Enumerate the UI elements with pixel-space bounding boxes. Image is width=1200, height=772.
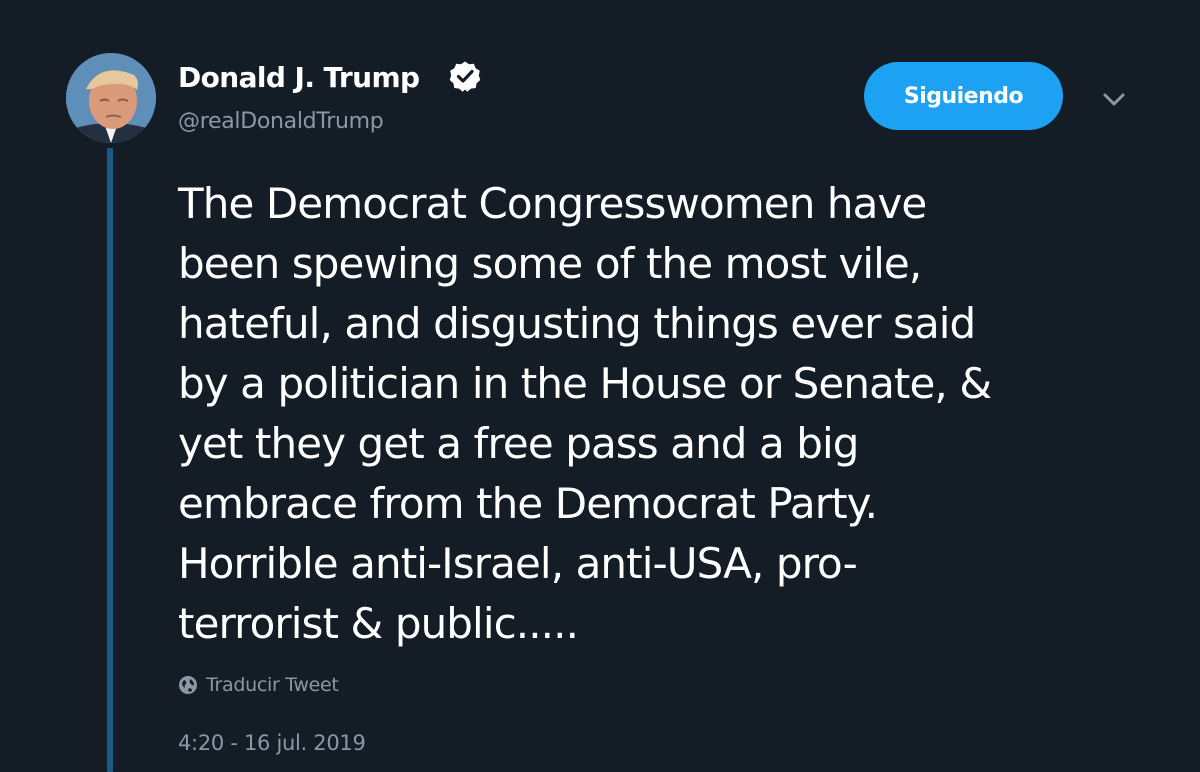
globe-icon — [179, 676, 197, 694]
following-button[interactable]: Siguiendo — [864, 62, 1063, 130]
author-handle[interactable]: @realDonaldTrump — [178, 108, 384, 136]
more-options-button[interactable] — [1098, 86, 1130, 114]
tweet-card: Donald J. Trump @realDonaldTrump Siguien… — [0, 0, 1200, 772]
verified-badge-icon — [449, 61, 481, 92]
author-name[interactable]: Donald J. Trump — [178, 60, 420, 96]
chevron-down-icon — [1103, 93, 1125, 106]
tweet-timestamp[interactable]: 4:20 - 16 jul. 2019 — [178, 729, 366, 757]
avatar[interactable] — [66, 53, 156, 143]
thread-line — [107, 148, 113, 772]
translate-tweet-link[interactable]: Traducir Tweet — [178, 673, 339, 697]
tweet-text: The Democrat Congresswomen have been spe… — [178, 179, 992, 648]
translate-label: Traducir Tweet — [206, 674, 339, 696]
